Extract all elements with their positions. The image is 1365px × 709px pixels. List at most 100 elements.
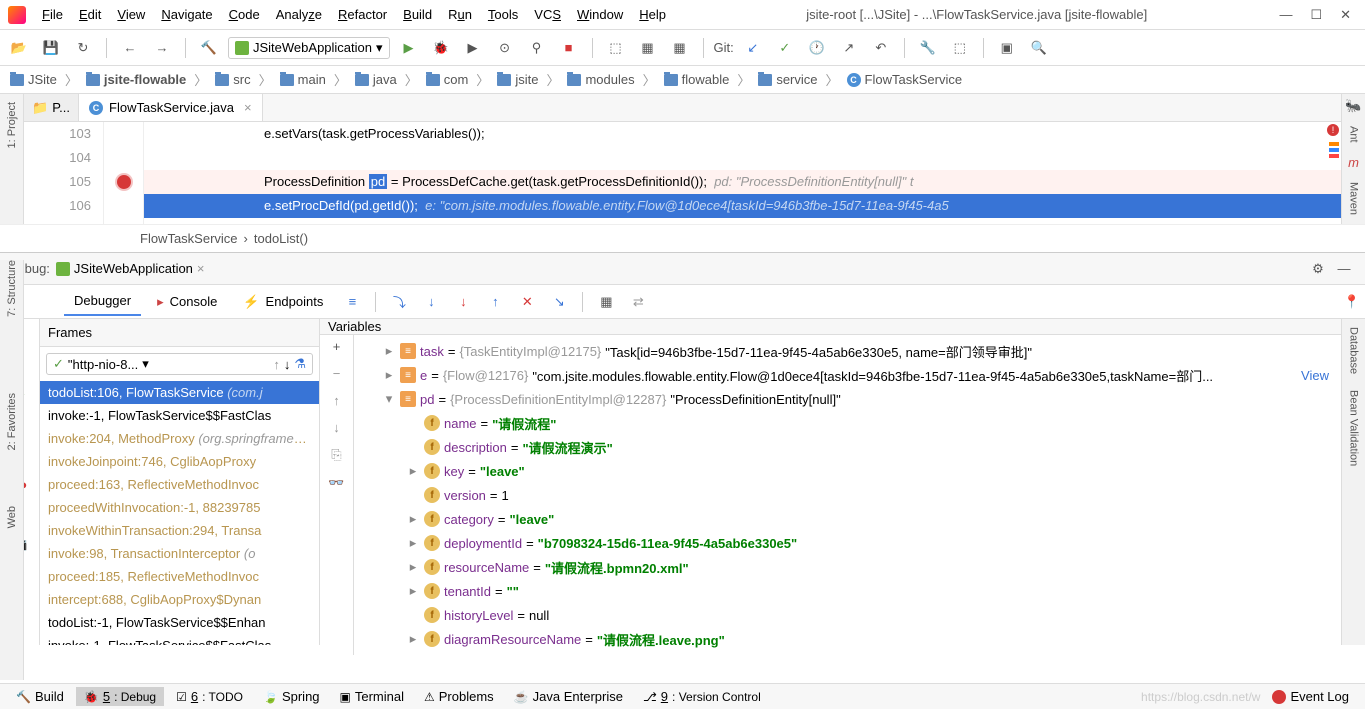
menu-code[interactable]: Code bbox=[221, 3, 268, 26]
file-tab[interactable]: C FlowTaskService.java × bbox=[79, 94, 263, 121]
error-indicator-icon[interactable]: ! bbox=[1327, 124, 1339, 136]
sb-terminal[interactable]: ▣Terminal bbox=[332, 687, 412, 706]
breadcrumb-item[interactable]: com bbox=[422, 70, 473, 89]
variable-row[interactable]: ▸f category = "leave" bbox=[358, 507, 1337, 531]
sidebar-bean-validation[interactable]: Bean Validation bbox=[1348, 386, 1360, 470]
error-mark[interactable] bbox=[1329, 154, 1339, 158]
profile-icon[interactable]: ⊙ bbox=[492, 35, 518, 61]
close-icon[interactable]: × bbox=[197, 261, 205, 276]
expand-icon[interactable]: ▸ bbox=[406, 535, 420, 551]
sb-vcs[interactable]: ⎇9: Version Control bbox=[635, 687, 769, 706]
menu-analyze[interactable]: Analyze bbox=[268, 3, 330, 26]
minimize-button[interactable]: — bbox=[1279, 7, 1292, 23]
view-link[interactable]: View bbox=[1301, 368, 1337, 383]
error-stripe[interactable]: ! bbox=[1327, 122, 1341, 224]
breadcrumb-item[interactable]: service bbox=[754, 70, 821, 89]
glasses-icon[interactable]: 👓 bbox=[328, 475, 344, 491]
config3-icon[interactable]: ▦ bbox=[667, 35, 693, 61]
expand-icon[interactable]: ▸ bbox=[406, 631, 420, 647]
menu-run[interactable]: Run bbox=[440, 3, 480, 26]
remove-watch-icon[interactable]: − bbox=[333, 366, 341, 381]
frame-item[interactable]: invoke:204, MethodProxy (org.springframe… bbox=[40, 427, 319, 450]
variable-row[interactable]: ▸≡ e = {Flow@12176} "com.jsite.modules.f… bbox=[358, 363, 1337, 387]
open-icon[interactable]: 📂 bbox=[6, 35, 32, 61]
trace-icon[interactable]: ⇄ bbox=[625, 289, 651, 315]
sb-spring[interactable]: 🍃Spring bbox=[255, 687, 328, 706]
sb-todo[interactable]: ☑6: TODO bbox=[168, 687, 251, 706]
breadcrumb-item[interactable]: flowable bbox=[660, 70, 734, 89]
minimize-panel-icon[interactable]: — bbox=[1331, 256, 1357, 282]
frame-item[interactable]: proceed:163, ReflectiveMethodInvoc bbox=[40, 473, 319, 496]
menu-help[interactable]: Help bbox=[631, 3, 674, 26]
project-pane-tab[interactable]: 📁 P... bbox=[24, 94, 79, 121]
up-icon[interactable]: ↑ bbox=[333, 393, 340, 408]
expand-icon[interactable]: ▸ bbox=[382, 343, 396, 359]
crumb-class[interactable]: FlowTaskService bbox=[140, 231, 238, 246]
variable-row[interactable]: ▸f deploymentId = "b7098324-15d6-11ea-9f… bbox=[358, 531, 1337, 555]
menu-vcs[interactable]: VCS bbox=[526, 3, 569, 26]
menu-navigate[interactable]: Navigate bbox=[153, 3, 220, 26]
git-revert-icon[interactable]: ↶ bbox=[868, 35, 894, 61]
variable-row[interactable]: ▾≡ pd = {ProcessDefinitionEntityImpl@122… bbox=[358, 387, 1337, 411]
step-out-icon[interactable]: ↑ bbox=[482, 289, 508, 315]
expand-icon[interactable]: ▸ bbox=[406, 559, 420, 575]
breadcrumb-item[interactable]: java bbox=[351, 70, 401, 89]
evaluate-icon[interactable]: ▦ bbox=[593, 289, 619, 315]
breadcrumb-item[interactable]: modules bbox=[563, 70, 638, 89]
maven-icon[interactable]: m bbox=[1348, 155, 1359, 170]
sb-problems[interactable]: ⚠Problems bbox=[416, 687, 502, 706]
maximize-button[interactable]: ☐ bbox=[1310, 7, 1322, 23]
frame-item[interactable]: invokeWithinTransaction:294, Transa bbox=[40, 519, 319, 542]
menu-edit[interactable]: Edit bbox=[71, 3, 109, 26]
breadcrumb-item[interactable]: JSite bbox=[6, 70, 61, 89]
down-icon[interactable]: ↓ bbox=[333, 420, 340, 435]
variable-row[interactable]: ▸f resourceName = "请假流程.bpmn20.xml" bbox=[358, 555, 1337, 579]
breadcrumb-item[interactable]: main bbox=[276, 70, 330, 89]
crumb-method[interactable]: todoList() bbox=[254, 231, 308, 246]
code-editor[interactable]: 103 104 105 106 e.setVars(task.getProces… bbox=[24, 122, 1341, 224]
variable-row[interactable]: f description = "请假流程演示" bbox=[358, 435, 1337, 459]
variable-row[interactable]: f name = "请假流程" bbox=[358, 411, 1337, 435]
config1-icon[interactable]: ⬚ bbox=[603, 35, 629, 61]
variables-tree[interactable]: ▸≡ task = {TaskEntityImpl@12175} "Task[i… bbox=[354, 335, 1341, 655]
sidebar-web[interactable]: Web bbox=[6, 506, 18, 528]
breakpoint-icon[interactable] bbox=[117, 175, 131, 189]
settings-icon[interactable]: 🔧 bbox=[915, 35, 941, 61]
frame-item[interactable]: intercept:688, CglibAopProxy$Dynan bbox=[40, 588, 319, 611]
sb-debug[interactable]: 🐞5: Debug bbox=[76, 687, 164, 706]
back-icon[interactable]: ← bbox=[117, 35, 143, 61]
variable-row[interactable]: ▸f tenantId = "" bbox=[358, 579, 1337, 603]
sync-icon[interactable]: ↻ bbox=[70, 35, 96, 61]
debug-config[interactable]: JSiteWebApplication × bbox=[56, 261, 205, 276]
expand-icon[interactable]: ▸ bbox=[406, 583, 420, 599]
copy-icon[interactable]: ⎘ bbox=[331, 447, 341, 463]
sidebar-favorites[interactable]: 2: Favorites bbox=[6, 393, 18, 450]
search-icon[interactable]: 🔍 bbox=[1026, 35, 1052, 61]
next-frame-icon[interactable]: ↓ bbox=[284, 357, 291, 372]
coverage-icon[interactable]: ▶ bbox=[460, 35, 486, 61]
frame-item[interactable]: invoke:98, TransactionInterceptor (o bbox=[40, 542, 319, 565]
variable-row[interactable]: ▸f key = "leave" bbox=[358, 459, 1337, 483]
frame-item[interactable]: proceed:185, ReflectiveMethodInvoc bbox=[40, 565, 319, 588]
frame-item[interactable]: invoke:-1, FlowTaskService$$FastClas bbox=[40, 634, 319, 645]
expand-icon[interactable]: ▸ bbox=[382, 367, 396, 383]
structure-icon[interactable]: ⬚ bbox=[947, 35, 973, 61]
debugger-tab[interactable]: Debugger bbox=[64, 287, 141, 316]
force-step-into-icon[interactable]: ↓ bbox=[450, 289, 476, 315]
thread-selector[interactable]: ✓ "http-nio-8... ▾ ↑ ↓ ⚗ bbox=[46, 353, 313, 375]
sidebar-structure[interactable]: 7: Structure bbox=[6, 260, 18, 317]
frame-item[interactable]: proceedWithInvocation:-1, 88239785 bbox=[40, 496, 319, 519]
frame-item[interactable]: todoList:106, FlowTaskService (com.j bbox=[40, 381, 319, 404]
git-push-icon[interactable]: ↗ bbox=[836, 35, 862, 61]
frame-item[interactable]: invokeJoinpoint:746, CglibAopProxy bbox=[40, 450, 319, 473]
run-config-selector[interactable]: JSiteWebApplication ▾ bbox=[228, 37, 390, 59]
forward-icon[interactable]: → bbox=[149, 35, 175, 61]
ant-icon[interactable]: 🐜 bbox=[1345, 98, 1361, 114]
endpoints-tab[interactable]: ⚡Endpoints bbox=[233, 288, 333, 316]
sb-build[interactable]: 🔨Build bbox=[8, 687, 72, 706]
todo-icon[interactable]: ▣ bbox=[994, 35, 1020, 61]
config2-icon[interactable]: ▦ bbox=[635, 35, 661, 61]
variable-row[interactable]: ▸≡ task = {TaskEntityImpl@12175} "Task[i… bbox=[358, 339, 1337, 363]
variable-row[interactable]: ▸f diagramResourceName = "请假流程.leave.png… bbox=[358, 627, 1337, 651]
sidebar-database[interactable]: Database bbox=[1348, 323, 1360, 378]
